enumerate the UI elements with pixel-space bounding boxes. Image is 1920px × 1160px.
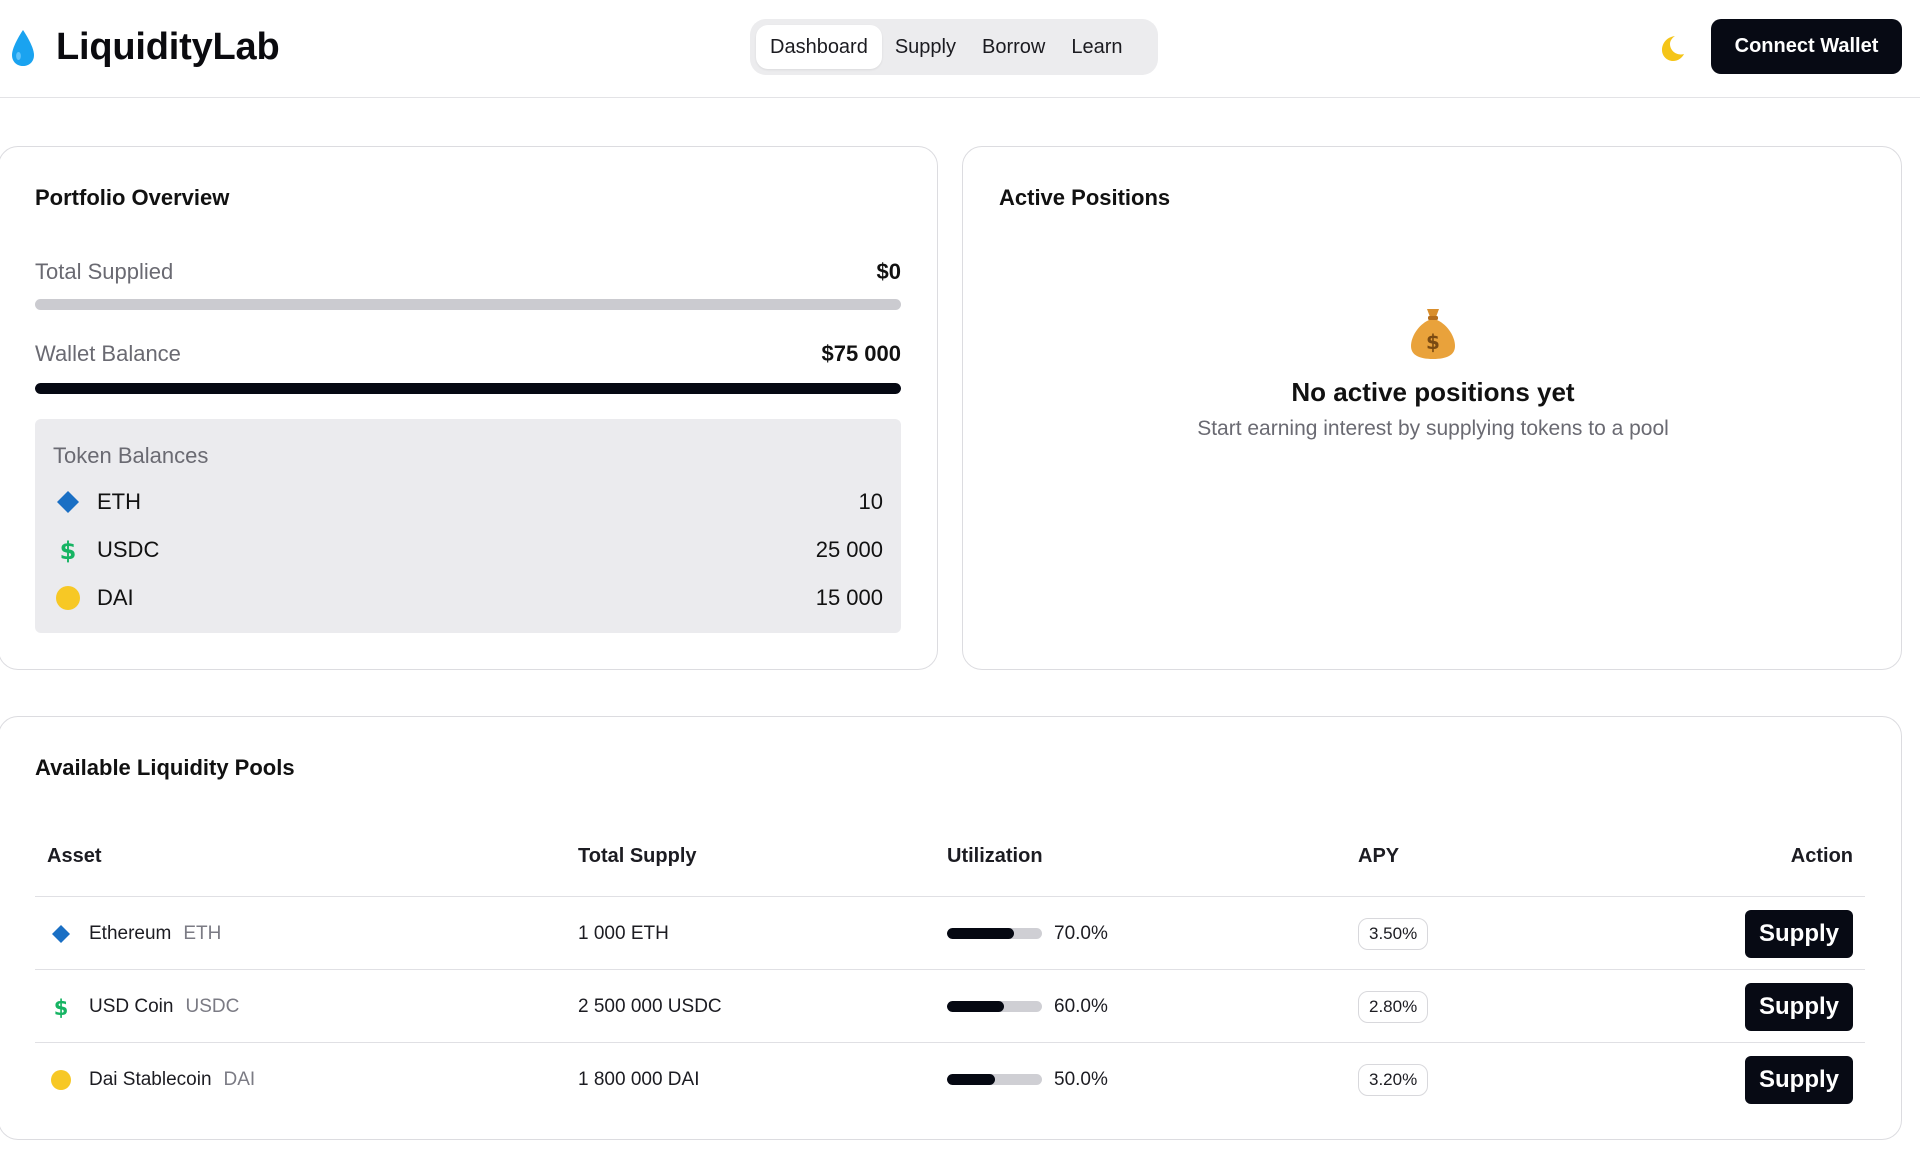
token-amount: 15 000: [815, 585, 883, 610]
dollar-icon: $: [49, 995, 73, 1019]
total-supply-cell: 1 000 ETH: [578, 922, 669, 944]
supply-button[interactable]: Supply: [1745, 982, 1853, 1031]
diamond-icon: [49, 922, 73, 946]
total-supply-cell: 1 800 000 DAI: [578, 1068, 700, 1090]
action-cell: Supply: [1745, 897, 1853, 970]
action-cell: Supply: [1745, 1043, 1853, 1116]
token-balances-box: Token Balances ETH 10 $ USDC 25 000 DAI …: [35, 419, 901, 633]
table-row: Ethereum ETH 1 000 ETH 70.0% 3.50% Suppl…: [35, 897, 1865, 970]
column-header-apy: APY: [1358, 845, 1400, 867]
main-nav: Dashboard Supply Borrow Learn: [750, 19, 1158, 75]
coin-icon: [53, 583, 83, 613]
pools-title: Available Liquidity Pools: [35, 755, 295, 780]
svg-text:$: $: [60, 537, 77, 563]
apy-cell: 3.20%: [1358, 1043, 1429, 1116]
utilization-cell: 60.0%: [947, 970, 1108, 1043]
column-header-total-supply: Total Supply: [578, 845, 697, 867]
utilization-value: 50.0%: [1054, 1068, 1108, 1090]
tab-learn[interactable]: Learn: [1058, 25, 1135, 69]
column-header-utilization: Utilization: [947, 845, 1043, 867]
token-symbol: USDC: [97, 537, 160, 562]
diamond-icon: [53, 487, 83, 517]
utilization-bar: [947, 1074, 1042, 1085]
brand-name: LiquidityLab: [56, 26, 280, 68]
svg-text:$: $: [54, 996, 69, 1019]
apy-badge: 3.20%: [1358, 1063, 1429, 1096]
active-positions-card: Active Positions $ No active positions y…: [962, 146, 1902, 670]
table-row: Dai Stablecoin DAI 1 800 000 DAI 50.0% 3…: [35, 1043, 1865, 1116]
total-supplied-label: Total Supplied: [35, 259, 174, 284]
table-row: $ USD Coin USDC 2 500 000 USDC 60.0% 2.8…: [35, 970, 1865, 1043]
column-header-asset: Asset: [47, 845, 102, 867]
water-drop-icon: [12, 29, 34, 66]
brand[interactable]: LiquidityLab: [10, 26, 280, 69]
total-supplied-bar: [35, 299, 901, 310]
utilization-cell: 50.0%: [947, 1043, 1108, 1116]
asset-symbol: USDC: [185, 995, 240, 1017]
asset-name: Dai Stablecoin: [89, 1068, 212, 1090]
asset-symbol: DAI: [223, 1068, 256, 1090]
utilization-bar-fill: [947, 928, 1014, 939]
asset-symbol: ETH: [183, 922, 222, 944]
token-row: ETH 10: [53, 487, 883, 517]
token-row: $ USDC 25 000: [53, 535, 883, 565]
utilization-bar-fill: [947, 1001, 1004, 1012]
tab-borrow[interactable]: Borrow: [969, 25, 1058, 69]
portfolio-overview-card: Portfolio Overview Total Supplied $0 Wal…: [0, 146, 938, 670]
wallet-balance-label: Wallet Balance: [35, 341, 181, 366]
moon-icon[interactable]: [1655, 32, 1687, 64]
empty-state-title: No active positions yet: [1291, 377, 1575, 407]
coin-icon: [49, 1068, 73, 1092]
total-supplied-row: Total Supplied $0: [35, 259, 901, 285]
apy-badge: 2.80%: [1358, 990, 1429, 1023]
svg-text:$: $: [1426, 330, 1440, 354]
wallet-balance-bar: [35, 383, 901, 394]
asset-cell: $ USD Coin USDC: [49, 970, 240, 1043]
app-header: LiquidityLab Dashboard Supply Borrow Lea…: [0, 0, 1920, 98]
table-header: Asset Total Supply Utilization APY Actio…: [35, 817, 1865, 897]
token-amount: 25 000: [815, 537, 883, 562]
positions-title: Active Positions: [999, 185, 1171, 210]
liquidity-pools-card: Available Liquidity Pools Asset Total Su…: [0, 716, 1902, 1140]
utilization-bar-fill: [947, 1074, 995, 1085]
tab-supply[interactable]: Supply: [882, 25, 969, 69]
utilization-value: 60.0%: [1054, 995, 1108, 1017]
utilization-bar: [947, 1001, 1042, 1012]
utilization-cell: 70.0%: [947, 897, 1108, 970]
asset-name: Ethereum: [89, 922, 172, 944]
asset-cell: Ethereum ETH: [49, 897, 221, 970]
apy-cell: 3.50%: [1358, 897, 1429, 970]
tab-dashboard[interactable]: Dashboard: [756, 25, 882, 69]
token-amount: 10: [858, 489, 883, 514]
token-balances-title: Token Balances: [53, 443, 209, 468]
asset-name: USD Coin: [89, 995, 174, 1017]
supply-button[interactable]: Supply: [1745, 909, 1853, 958]
total-supplied-value: $0: [876, 259, 901, 284]
asset-cell: Dai Stablecoin DAI: [49, 1043, 255, 1116]
token-symbol: DAI: [97, 585, 134, 610]
portfolio-title: Portfolio Overview: [35, 185, 230, 210]
wallet-balance-value: $75 000: [821, 341, 901, 366]
token-row: DAI 15 000: [53, 583, 883, 613]
utilization-bar: [947, 928, 1042, 939]
dollar-icon: $: [53, 535, 83, 565]
column-header-action: Action: [1790, 845, 1853, 867]
wallet-balance-row: Wallet Balance $75 000: [35, 341, 901, 367]
connect-wallet-button[interactable]: Connect Wallet: [1711, 19, 1902, 74]
total-supply-cell: 2 500 000 USDC: [578, 995, 722, 1017]
utilization-value: 70.0%: [1054, 922, 1108, 944]
pools-table: Asset Total Supply Utilization APY Actio…: [35, 817, 1865, 1116]
apy-badge: 3.50%: [1358, 917, 1429, 950]
supply-button[interactable]: Supply: [1745, 1055, 1853, 1104]
action-cell: Supply: [1745, 970, 1853, 1043]
money-bag-icon: $: [1411, 309, 1455, 359]
empty-state-subtitle: Start earning interest by supplying toke…: [1197, 417, 1669, 440]
token-symbol: ETH: [97, 489, 141, 514]
wallet-balance-bar-fill: [35, 383, 901, 394]
apy-cell: 2.80%: [1358, 970, 1429, 1043]
